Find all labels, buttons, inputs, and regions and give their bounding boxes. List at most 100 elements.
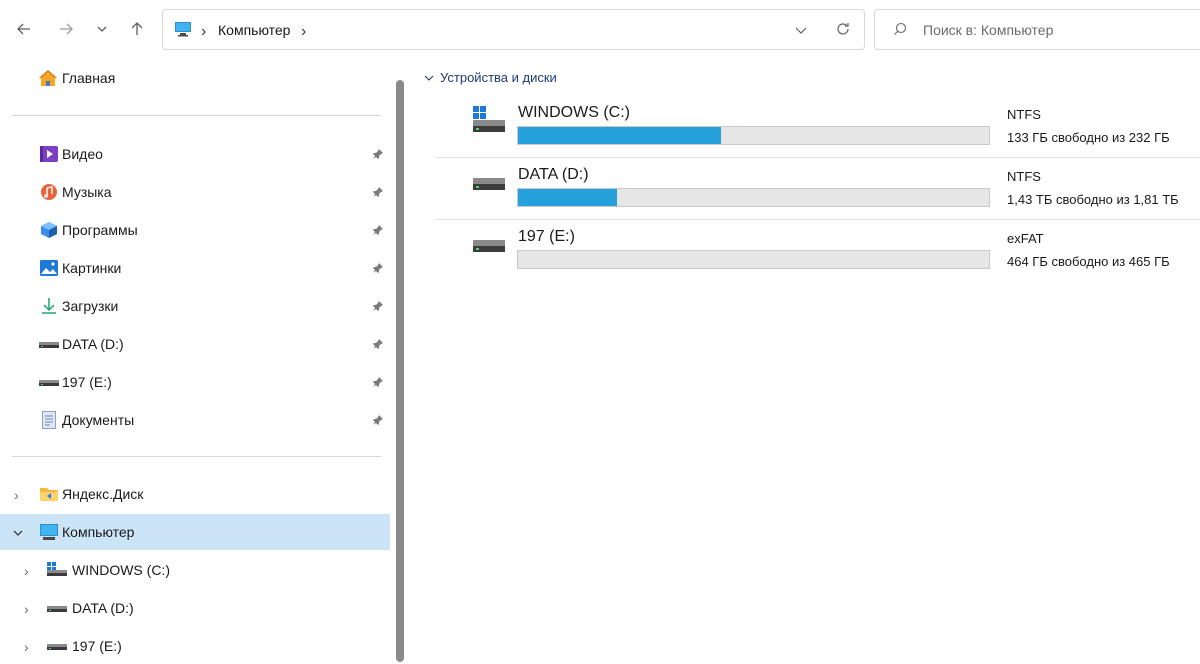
pictures-icon bbox=[40, 260, 58, 276]
sidebar-item-label: Документы bbox=[62, 412, 135, 428]
refresh-icon[interactable] bbox=[835, 21, 851, 37]
sidebar-item-label: Главная bbox=[62, 70, 116, 86]
pin-icon[interactable] bbox=[372, 299, 384, 315]
recent-locations-button[interactable] bbox=[88, 15, 116, 43]
capacity-bar bbox=[517, 188, 990, 207]
breadcrumb-computer[interactable]: Компьютер bbox=[218, 22, 290, 38]
drive-name: WINDOWS (C:) bbox=[518, 104, 630, 121]
drive-icon bbox=[473, 240, 505, 252]
arrow-left-icon bbox=[17, 23, 30, 35]
forward-button[interactable] bbox=[52, 15, 80, 43]
sidebar-item-label: 197 (E:) bbox=[72, 638, 122, 654]
file-system-label: exFAT bbox=[1007, 231, 1044, 246]
drive-icon bbox=[39, 342, 59, 348]
chevron-right-icon[interactable]: › bbox=[24, 601, 29, 617]
chevron-down-icon bbox=[424, 75, 434, 81]
drive-icon bbox=[47, 644, 67, 650]
sidebar-item-label: Компьютер bbox=[62, 524, 135, 540]
sidebar-item-home[interactable]: Главная bbox=[0, 60, 390, 96]
sidebar-item-music[interactable]: Музыка bbox=[0, 174, 390, 210]
pin-icon[interactable] bbox=[372, 223, 384, 239]
search-icon bbox=[894, 22, 907, 35]
sidebar-item-programs[interactable]: Программы bbox=[0, 212, 390, 248]
home-icon bbox=[39, 70, 57, 86]
documents-icon bbox=[42, 411, 56, 429]
chevron-right-icon[interactable]: › bbox=[24, 563, 29, 579]
drive-tile-windows-c[interactable]: WINDOWS (C:) NTFS 133 ГБ свободно из 232… bbox=[436, 96, 1200, 158]
folder-icon bbox=[40, 488, 58, 501]
pin-icon[interactable] bbox=[372, 147, 384, 163]
pin-icon[interactable] bbox=[372, 413, 384, 429]
pin-icon[interactable] bbox=[372, 375, 384, 391]
chevron-down-icon[interactable] bbox=[12, 527, 24, 539]
sidebar-item-label: Яндекс.Диск bbox=[62, 486, 144, 502]
sidebar-item-label: Загрузки bbox=[62, 298, 119, 314]
drive-name: DATA (D:) bbox=[518, 166, 589, 183]
section-header-devices[interactable]: Устройства и диски bbox=[424, 70, 557, 85]
free-space-label: 1,43 ТБ свободно из 1,81 ТБ bbox=[1007, 192, 1179, 207]
computer-icon bbox=[40, 524, 58, 540]
tree-item-yandex-disk[interactable]: › Яндекс.Диск bbox=[0, 476, 390, 512]
sidebar-item-data-d[interactable]: DATA (D:) bbox=[0, 326, 390, 362]
sidebar-item-pictures[interactable]: Картинки bbox=[0, 250, 390, 286]
address-history-dropdown-icon[interactable] bbox=[795, 24, 807, 36]
capacity-bar bbox=[517, 126, 990, 145]
windows-drive-icon bbox=[47, 562, 67, 576]
file-system-label: NTFS bbox=[1007, 169, 1041, 184]
video-icon bbox=[40, 146, 58, 162]
tree-item-computer[interactable]: Компьютер bbox=[0, 514, 390, 550]
sidebar-item-label: Видео bbox=[62, 146, 103, 162]
downloads-icon bbox=[42, 298, 56, 314]
sidebar-item-label: DATA (D:) bbox=[72, 600, 134, 616]
sidebar-item-label: 197 (E:) bbox=[62, 374, 112, 390]
arrow-up-icon bbox=[131, 22, 143, 35]
back-button[interactable] bbox=[10, 15, 38, 43]
address-bar[interactable]: › Компьютер › bbox=[162, 9, 865, 50]
capacity-bar bbox=[517, 250, 990, 269]
music-icon bbox=[41, 184, 57, 200]
chevron-down-icon bbox=[97, 26, 107, 32]
file-system-label: NTFS bbox=[1007, 107, 1041, 122]
windows-drive-icon bbox=[473, 106, 505, 132]
chevron-right-icon[interactable]: › bbox=[14, 487, 19, 503]
breadcrumb-separator-icon: › bbox=[201, 23, 207, 40]
navigation-pane: Главная Видео Музыка Программы Картинки … bbox=[0, 60, 392, 662]
drive-icon bbox=[473, 178, 505, 190]
sidebar-item-197-e[interactable]: 197 (E:) bbox=[0, 364, 390, 400]
free-space-label: 133 ГБ свободно из 232 ГБ bbox=[1007, 130, 1170, 145]
free-space-label: 464 ГБ свободно из 465 ГБ bbox=[1007, 254, 1170, 269]
tree-item-data-d[interactable]: › DATA (D:) bbox=[0, 590, 390, 626]
drive-tile-197-e[interactable]: 197 (E:) exFAT 464 ГБ свободно из 465 ГБ bbox=[436, 220, 1200, 282]
pin-icon[interactable] bbox=[372, 261, 384, 277]
search-placeholder: Поиск в: Компьютер bbox=[923, 22, 1054, 38]
up-button[interactable] bbox=[123, 15, 151, 43]
divider bbox=[12, 456, 381, 457]
drive-icon bbox=[39, 380, 59, 386]
arrow-right-icon bbox=[60, 23, 73, 35]
computer-icon bbox=[175, 22, 191, 37]
divider bbox=[12, 115, 381, 116]
drive-tile-data-d[interactable]: DATA (D:) NTFS 1,43 ТБ свободно из 1,81 … bbox=[436, 158, 1200, 220]
programs-icon bbox=[41, 222, 57, 238]
capacity-fill bbox=[518, 127, 721, 144]
sidebar-item-label: WINDOWS (C:) bbox=[72, 562, 170, 578]
tree-item-windows-c[interactable]: › WINDOWS (C:) bbox=[0, 552, 390, 588]
sidebar-item-label: Картинки bbox=[62, 260, 122, 276]
sidebar-item-downloads[interactable]: Загрузки bbox=[0, 288, 390, 324]
drive-icon bbox=[47, 606, 67, 612]
search-box[interactable]: Поиск в: Компьютер bbox=[874, 9, 1200, 50]
breadcrumb-chevron-icon[interactable]: › bbox=[301, 23, 306, 41]
chevron-right-icon[interactable]: › bbox=[24, 639, 29, 655]
sidebar-item-label: DATA (D:) bbox=[62, 336, 124, 352]
sidebar-item-video[interactable]: Видео bbox=[0, 136, 390, 172]
pin-icon[interactable] bbox=[372, 337, 384, 353]
section-title: Устройства и диски bbox=[440, 70, 557, 85]
capacity-fill bbox=[518, 189, 617, 206]
sidebar-item-documents[interactable]: Документы bbox=[0, 402, 390, 438]
tree-item-197-e[interactable]: › 197 (E:) bbox=[0, 628, 390, 664]
pin-icon[interactable] bbox=[372, 185, 384, 201]
drive-name: 197 (E:) bbox=[518, 228, 575, 245]
sidebar-scrollbar-thumb[interactable] bbox=[396, 80, 404, 662]
sidebar-item-label: Программы bbox=[62, 222, 138, 238]
sidebar-item-label: Музыка bbox=[62, 184, 112, 200]
